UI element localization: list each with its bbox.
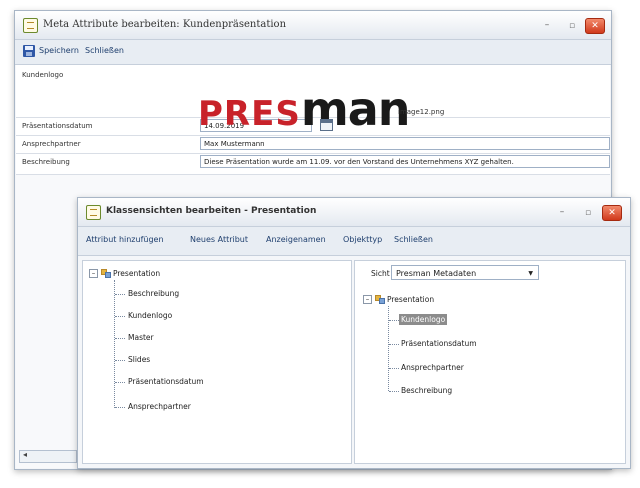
object-type-button[interactable]: Objekttyp [343, 235, 382, 244]
tree-branch [115, 407, 125, 408]
right-class-icon [375, 294, 385, 304]
dialog-toolbar: Attribut hinzufügen Neues Attribut Anzei… [78, 227, 630, 256]
logo-filename: image12.png [398, 108, 445, 116]
left-tree-item[interactable]: Beschreibung [128, 289, 179, 298]
description-field[interactable]: Diese Präsentation wurde am 11.09. vor d… [200, 155, 610, 168]
left-tree-panel: – Presentation Beschreibung Kundenlogo M… [82, 260, 352, 464]
dialog-maximize-button[interactable]: ▫ [578, 205, 598, 221]
right-tree-root[interactable]: Presentation [387, 295, 434, 304]
class-icon [101, 268, 111, 278]
dialog-window-icon [86, 205, 101, 220]
scroll-left-icon[interactable]: ◂ [23, 450, 27, 459]
dialog-window: Klassensichten bearbeiten - Presentation… [77, 197, 631, 469]
contact-field[interactable]: Max Mustermann [200, 137, 610, 150]
tree-branch [115, 294, 125, 295]
right-tree-item[interactable]: Ansprechpartner [401, 363, 464, 372]
main-titlebar[interactable]: Meta Attribute bearbeiten: Kundenpräsent… [15, 11, 611, 40]
left-tree-item[interactable]: Master [128, 333, 154, 342]
collapse-icon[interactable]: – [89, 269, 98, 278]
close-button[interactable]: ✕ [585, 18, 605, 34]
maximize-button[interactable]: ▫ [562, 18, 582, 34]
right-tree-connector [388, 306, 389, 391]
left-tree-item[interactable]: Ansprechpartner [128, 402, 191, 411]
minimize-button[interactable]: – [538, 18, 556, 32]
save-icon[interactable] [23, 45, 35, 57]
main-window-title: Meta Attribute bearbeiten: Kundenpräsent… [43, 19, 287, 30]
dialog-minimize-button[interactable]: – [553, 205, 571, 219]
description-label: Beschreibung [22, 158, 70, 166]
date-label: Präsentationsdatum [22, 122, 93, 130]
left-tree-item[interactable]: Kundenlogo [128, 311, 172, 320]
close-toolbar-button[interactable]: Schließen [85, 46, 124, 55]
calendar-icon[interactable] [320, 119, 333, 131]
right-collapse-icon[interactable]: – [363, 295, 372, 304]
description-row: Beschreibung Diese Präsentation wurde am… [16, 154, 610, 175]
left-tree-root[interactable]: Presentation [113, 269, 160, 278]
right-tree-item[interactable]: Beschreibung [401, 386, 452, 395]
tree-connector [114, 280, 115, 408]
contact-row: Ansprechpartner Max Mustermann [16, 136, 610, 154]
presman-logo: PRESman [198, 82, 411, 136]
left-tree-item[interactable]: Präsentationsdatum [128, 377, 204, 386]
tree-branch [115, 382, 125, 383]
right-view-panel: Sicht Presman Metadaten ▼ – Presentation… [354, 260, 626, 464]
right-tree-branch [389, 320, 399, 321]
tree-branch [115, 360, 125, 361]
right-tree-branch [389, 391, 399, 392]
view-label: Sicht [371, 269, 390, 278]
view-select-value: Presman Metadaten [396, 269, 477, 278]
tree-branch [115, 338, 125, 339]
right-tree-item[interactable]: Präsentationsdatum [401, 339, 477, 348]
logo-text-black: man [300, 82, 411, 136]
dialog-title: Klassensichten bearbeiten - Presentation [106, 206, 317, 216]
logo-label: Kundenlogo [22, 71, 64, 79]
main-toolbar: Speichern Schließen [15, 40, 611, 65]
dialog-titlebar[interactable]: Klassensichten bearbeiten - Presentation… [78, 198, 630, 227]
right-tree-branch [389, 344, 399, 345]
new-attribute-button[interactable]: Neues Attribut [190, 235, 248, 244]
tree-branch [115, 316, 125, 317]
display-names-button[interactable]: Anzeigenamen [266, 235, 326, 244]
logo-text-red: PRES [198, 94, 301, 134]
add-attribute-button[interactable]: Attribut hinzufügen [86, 235, 164, 244]
contact-label: Ansprechpartner [22, 140, 81, 148]
horizontal-scrollbar[interactable]: ◂ [19, 450, 77, 463]
window-icon [23, 18, 38, 33]
view-select[interactable]: Presman Metadaten ▼ [391, 265, 539, 280]
left-tree-item[interactable]: Slides [128, 355, 150, 364]
right-tree-branch [389, 368, 399, 369]
chevron-down-icon[interactable]: ▼ [528, 266, 533, 281]
save-button[interactable]: Speichern [39, 46, 79, 55]
dialog-close-toolbar-button[interactable]: Schließen [394, 235, 433, 244]
dialog-close-button[interactable]: ✕ [602, 205, 622, 221]
right-tree-item-selected[interactable]: Kundenlogo [399, 314, 448, 325]
